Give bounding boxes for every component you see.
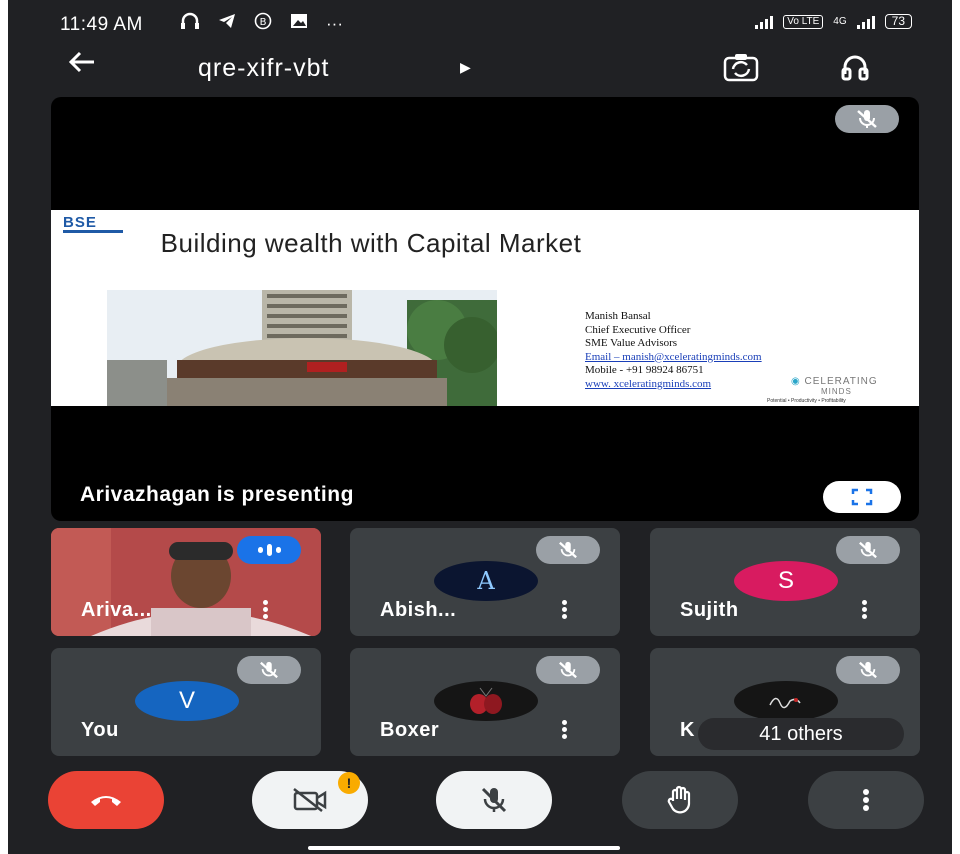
end-call-button[interactable]	[48, 771, 164, 829]
speaking-indicator	[237, 536, 301, 564]
presenter-muted-indicator	[835, 105, 899, 133]
contact-line: SME Value Advisors	[585, 337, 678, 349]
telegram-icon	[218, 13, 236, 34]
bse-logo: BSE	[63, 214, 97, 231]
mic-off-icon	[481, 787, 507, 813]
xcelerating-minds-logo: ◉ CELERATING MINDS	[791, 376, 878, 396]
others-count-button[interactable]: 41 others	[698, 718, 904, 750]
brand-swirl-icon: ◉	[791, 376, 801, 387]
avatar: A	[434, 561, 538, 601]
network-type: 4G	[833, 16, 847, 27]
muted-indicator	[536, 656, 600, 684]
slide-contact-block: Manish Bansal Chief Executive Officer SM…	[585, 310, 762, 391]
signature-logo-icon	[769, 697, 801, 709]
more-options-icon[interactable]	[558, 718, 570, 742]
participant-tile-boxer[interactable]: Boxer	[350, 648, 620, 756]
avatar-signature	[734, 681, 838, 721]
mic-off-icon	[559, 541, 577, 559]
shared-slide: BSE Building wealth with Capital Market	[51, 210, 919, 406]
mic-off-icon	[260, 661, 278, 679]
stock-exchange-building-image	[107, 290, 497, 406]
home-indicator[interactable]	[308, 846, 620, 850]
participant-tile-you[interactable]: V You	[51, 648, 321, 756]
participant-name: Boxer	[380, 719, 440, 741]
mic-off-icon	[559, 661, 577, 679]
switch-camera-icon[interactable]	[723, 52, 759, 87]
fullscreen-icon	[851, 488, 873, 506]
avatar-boxing-gloves	[434, 681, 538, 721]
app-bar: qre-xifr-vbt ▶	[8, 44, 952, 94]
headphones-icon[interactable]	[840, 52, 870, 87]
svg-text:B: B	[260, 17, 267, 28]
presenting-label: Arivazhagan is presenting	[80, 483, 354, 506]
more-options-button[interactable]	[808, 771, 924, 829]
microphone-toggle-button[interactable]	[436, 771, 552, 829]
volte-badge: Vo LTE	[783, 14, 824, 29]
muted-indicator	[836, 536, 900, 564]
participant-name: You	[81, 719, 119, 741]
mic-off-icon	[857, 110, 877, 128]
avatar: S	[734, 561, 838, 601]
raise-hand-icon	[667, 785, 691, 814]
camera-warning-badge: !	[338, 772, 360, 794]
status-time: 11:49 AM	[60, 14, 143, 35]
status-bar: 11:49 AM B ··· Vo LTE 4G 73	[8, 0, 952, 44]
signal-icon	[755, 15, 774, 29]
camera-off-icon	[293, 788, 327, 812]
slide-tagline: Potential • Productivity • Profitability	[767, 398, 846, 404]
back-arrow-icon[interactable]	[68, 50, 96, 80]
participant-tile-others[interactable]: K 41 others	[650, 648, 920, 756]
fullscreen-button[interactable]	[823, 481, 901, 513]
hang-up-icon	[91, 796, 121, 806]
headset-notification-icon	[180, 12, 200, 35]
slide-title: Building wealth with Capital Market	[160, 228, 582, 258]
battery-indicator: 73	[884, 14, 912, 29]
contact-line: Email – manish@xceleratingminds.com	[585, 350, 762, 363]
brand-name: CELERATING	[804, 376, 878, 387]
b-app-icon: B	[254, 12, 272, 35]
raise-hand-button[interactable]	[622, 771, 738, 829]
contact-line: Manish Bansal	[585, 310, 651, 322]
participant-tile-abish[interactable]: A Abish...	[350, 528, 620, 636]
participant-name: Ariva...	[81, 599, 152, 621]
more-options-icon[interactable]	[259, 598, 271, 622]
participant-name: Sujith	[680, 599, 739, 621]
system-indicators: Vo LTE 4G 73	[755, 14, 912, 29]
meeting-code[interactable]: qre-xifr-vbt	[198, 54, 329, 83]
gallery-icon	[290, 12, 308, 35]
participant-name: K	[680, 719, 695, 741]
more-vertical-icon	[863, 789, 869, 811]
more-notifications-icon: ···	[326, 13, 343, 33]
participant-tile-sujith[interactable]: S Sujith	[650, 528, 920, 636]
muted-indicator	[536, 536, 600, 564]
avatar: V	[135, 681, 239, 721]
boxing-gloves-icon	[470, 687, 502, 714]
meet-screen: 11:49 AM B ··· Vo LTE 4G 73 qre-xifr-vbt…	[8, 0, 952, 854]
contact-line: Chief Executive Officer	[585, 323, 691, 336]
presentation-stage[interactable]: BSE Building wealth with Capital Market	[51, 97, 919, 521]
notification-icons: B ···	[180, 12, 343, 35]
contact-line: Mobile - +91 98924 86751	[585, 364, 704, 376]
muted-indicator	[237, 656, 301, 684]
more-options-icon[interactable]	[858, 598, 870, 622]
more-options-icon[interactable]	[558, 598, 570, 622]
signal-icon-2	[856, 15, 875, 29]
brand-sub: MINDS	[821, 387, 852, 396]
participant-tile-arivazhagan[interactable]: Ariva...	[51, 528, 321, 636]
contact-line: www. xceleratingminds.com	[585, 377, 712, 390]
mic-off-icon	[859, 541, 877, 559]
participant-name: Abish...	[380, 599, 457, 621]
caret-right-icon[interactable]: ▶	[460, 59, 471, 76]
muted-indicator	[836, 656, 900, 684]
mic-off-icon	[859, 661, 877, 679]
